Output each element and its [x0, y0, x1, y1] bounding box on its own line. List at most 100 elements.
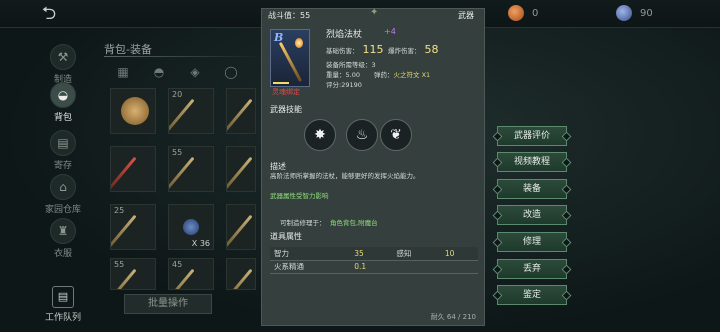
- attr-key: 火系精通: [270, 260, 351, 274]
- ammo-value: 火之符文 X1: [393, 71, 431, 79]
- weapon-review-button[interactable]: 武器评价: [497, 126, 567, 146]
- staff-icon: [169, 98, 195, 132]
- nav-bag[interactable]: ◒ 背包: [40, 82, 86, 123]
- item-detail-panel: 战斗值：55 ✦ 武器 B 灵魂绑定 烈焰法杖 +4 基础伤害： 115 爆炸伤害…: [261, 7, 485, 326]
- attribute-influence: 武器属性受智力影响: [270, 192, 329, 200]
- bag-slot[interactable]: [226, 258, 256, 290]
- nav-deposit-label: 寄存: [53, 161, 72, 171]
- attr-key: 感知: [392, 247, 441, 261]
- token-icon: [616, 5, 632, 21]
- item-attributes-title: 道具属性: [270, 232, 302, 241]
- bag-slot[interactable]: [110, 88, 156, 134]
- burst-damage-label: 爆炸伤害：: [388, 47, 421, 55]
- staff-icon: [111, 156, 137, 190]
- sparkle-icon: ✦: [370, 7, 379, 18]
- weight: 重量：5.00: [326, 69, 360, 79]
- warehouse-icon: ⌂: [50, 174, 76, 200]
- gem-icon: [508, 5, 524, 21]
- table-row: 火系精通 0.1: [270, 260, 478, 274]
- nav-deposit[interactable]: ▤ 寄存: [40, 130, 86, 171]
- bag-slot[interactable]: X 36: [168, 204, 214, 250]
- bag-icon: ◒: [50, 82, 76, 108]
- attr-key: [392, 260, 441, 274]
- staff-icon: [227, 156, 253, 190]
- slot-count: 55: [172, 148, 183, 157]
- bag-slot[interactable]: 25: [110, 204, 156, 250]
- description-text: 高阶法师所掌握的法杖，能够更好的发挥火焰能力。: [270, 172, 420, 180]
- slot-count: 20: [172, 90, 183, 99]
- base-damage: 基础伤害： 115: [326, 43, 384, 56]
- bulk-operation-button[interactable]: 批量操作: [124, 294, 212, 314]
- queue-icon: ▤: [52, 286, 74, 308]
- weapon-skills-title: 武器技能: [270, 105, 302, 114]
- detail-header: 战斗值：55 ✦ 武器: [262, 7, 484, 23]
- fire-claw-icon[interactable]: ❦: [380, 119, 412, 151]
- nav-craft[interactable]: ⚒ 制造: [40, 44, 86, 85]
- bag-slot[interactable]: 20: [168, 88, 214, 134]
- bag-slot[interactable]: 45: [168, 258, 214, 290]
- token-count: 90: [640, 7, 653, 19]
- attr-value: 35: [350, 247, 393, 261]
- durability: 耐久 64 / 210: [430, 313, 476, 321]
- bag-slot[interactable]: [226, 204, 256, 250]
- back-arrow-icon[interactable]: ⮌: [36, 4, 62, 24]
- work-queue-button[interactable]: ▤ 工作队列: [40, 286, 86, 323]
- video-tutorial-button[interactable]: 视频教程: [497, 152, 567, 172]
- identify-button[interactable]: 鉴定: [497, 285, 567, 305]
- attr-key: 智力: [270, 247, 351, 261]
- staff-icon: [227, 268, 253, 289]
- weight-value: 5.00: [345, 71, 360, 79]
- nav-bag-label: 背包: [53, 113, 72, 123]
- grid-filter-icon[interactable]: ▦: [112, 62, 134, 82]
- bag-slot[interactable]: [226, 88, 256, 134]
- hammer-icon: ⚒: [50, 44, 76, 70]
- slot-count: 55: [114, 260, 125, 269]
- slot-count: 45: [172, 260, 183, 269]
- item-type: 武器: [458, 11, 474, 20]
- rating: 评分:29190: [326, 81, 362, 89]
- burst-damage: 爆炸伤害： 58: [388, 43, 439, 56]
- base-damage-label: 基础伤害：: [326, 47, 359, 55]
- bag-title: 背包-装备: [104, 43, 152, 56]
- staff-icon: [169, 268, 195, 289]
- flame-orb-icon: [295, 38, 303, 48]
- item-portrait: B: [270, 29, 310, 87]
- axe-icon: [227, 98, 253, 132]
- soul-bound-label: 灵魂绑定: [272, 88, 300, 96]
- ore-icon: [183, 219, 199, 235]
- work-queue-label: 工作队列: [44, 313, 81, 323]
- bag-slot[interactable]: [110, 146, 156, 192]
- nav-clothes-label: 衣服: [53, 249, 72, 259]
- ring-filter-icon[interactable]: ◯: [220, 62, 242, 82]
- attr-value: 0.1: [350, 260, 393, 274]
- attributes-table: 智力 35 感知 10 火系精通 0.1: [270, 247, 478, 274]
- slot-quantity: X 36: [191, 239, 210, 248]
- discard-button[interactable]: 丢弃: [497, 259, 567, 279]
- weapon-icon: [227, 214, 253, 248]
- ammo-label: 弹药：: [374, 71, 394, 79]
- equip-button[interactable]: 装备: [497, 179, 567, 199]
- nav-warehouse[interactable]: ⌂ 家园仓库: [40, 174, 86, 215]
- helmet-filter-icon[interactable]: ◓: [148, 62, 170, 82]
- repair-button[interactable]: 修理: [497, 232, 567, 252]
- ammo: 弹药：火之符文 X1: [374, 69, 430, 79]
- clothes-icon: ♜: [50, 218, 76, 244]
- bag-slot[interactable]: [226, 146, 256, 192]
- modify-button[interactable]: 改造: [497, 205, 567, 225]
- staff-icon: [169, 156, 195, 190]
- flame-icon[interactable]: ♨: [346, 119, 378, 151]
- deposit-icon: ▤: [50, 130, 76, 156]
- nav-clothes[interactable]: ♜ 衣服: [40, 218, 86, 259]
- gem-count: 0: [532, 7, 539, 19]
- bag-slot[interactable]: 55: [110, 258, 156, 290]
- staff-icon: [111, 268, 137, 289]
- fire-burst-icon[interactable]: ✸: [304, 119, 336, 151]
- item-name: 烈焰法杖: [326, 30, 363, 40]
- resource-token: 90: [616, 5, 653, 21]
- scroll-filter-icon[interactable]: ◈: [184, 62, 206, 82]
- resource-gem: 0: [508, 5, 538, 21]
- nav-warehouse-label: 家园仓库: [44, 205, 81, 215]
- repair-label: 可制造修理于：: [280, 219, 326, 227]
- burst-damage-value: 58: [424, 43, 439, 56]
- bag-slot[interactable]: 55: [168, 146, 214, 192]
